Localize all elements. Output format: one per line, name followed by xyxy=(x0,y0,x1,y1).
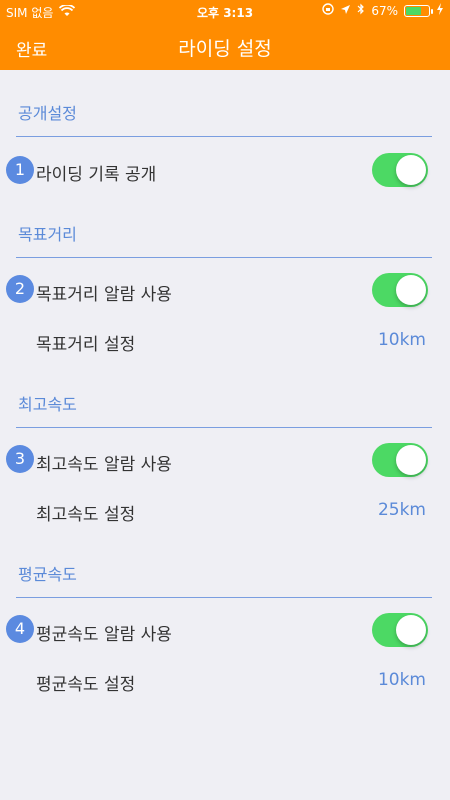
navigation-bar: 완료 라이딩 설정 xyxy=(0,22,450,70)
average-speed-alarm-toggle[interactable] xyxy=(372,613,428,647)
battery-percent: 67% xyxy=(371,3,398,18)
step-badge: 4 xyxy=(6,615,34,643)
header-bar: SIM 없음 오후 3:13 67% 완료 라이딩 설정 xyxy=(0,0,450,70)
battery-fill xyxy=(406,6,421,15)
bluetooth-icon xyxy=(357,3,365,18)
max-speed-alarm-label: 최고속도 알람 사용 xyxy=(36,455,172,475)
orientation-lock-icon xyxy=(322,3,335,18)
target-distance-setting-label[interactable]: 목표거리 설정 xyxy=(36,330,135,355)
max-speed-value[interactable]: 25km xyxy=(378,500,426,520)
target-distance-value[interactable]: 10km xyxy=(378,330,426,350)
section-title-average-speed: 평균속도 xyxy=(18,565,77,584)
toggle-knob xyxy=(396,445,426,475)
status-bar: SIM 없음 오후 3:13 67% xyxy=(0,0,450,22)
toggle-knob xyxy=(396,275,426,305)
average-speed-value[interactable]: 10km xyxy=(378,670,426,690)
average-speed-alarm-label: 평균속도 알람 사용 xyxy=(36,625,172,645)
ride-record-public-toggle[interactable] xyxy=(372,153,428,187)
section-title-target-distance: 목표거리 xyxy=(18,225,77,244)
location-icon xyxy=(340,4,351,18)
ride-record-public-label: 라이딩 기록 공개 xyxy=(36,165,157,185)
section-divider xyxy=(16,597,432,598)
max-speed-setting-label[interactable]: 최고속도 설정 xyxy=(36,500,135,525)
max-speed-alarm-toggle[interactable] xyxy=(372,443,428,477)
step-badge: 3 xyxy=(6,445,34,473)
target-distance-alarm-toggle[interactable] xyxy=(372,273,428,307)
toggle-knob xyxy=(396,615,426,645)
step-badge: 2 xyxy=(6,275,34,303)
section-title-max-speed: 최고속도 xyxy=(18,395,77,414)
section-divider xyxy=(16,257,432,258)
section-divider xyxy=(16,136,432,137)
toggle-knob xyxy=(396,155,426,185)
charging-icon xyxy=(436,3,444,18)
average-speed-setting-label[interactable]: 평균속도 설정 xyxy=(36,670,135,695)
step-badge: 1 xyxy=(6,156,34,184)
target-distance-alarm-label: 목표거리 알람 사용 xyxy=(36,285,172,305)
section-title-public: 공개설정 xyxy=(18,104,77,123)
section-divider xyxy=(16,427,432,428)
page-title: 라이딩 설정 xyxy=(178,38,272,60)
battery-icon xyxy=(404,4,433,17)
